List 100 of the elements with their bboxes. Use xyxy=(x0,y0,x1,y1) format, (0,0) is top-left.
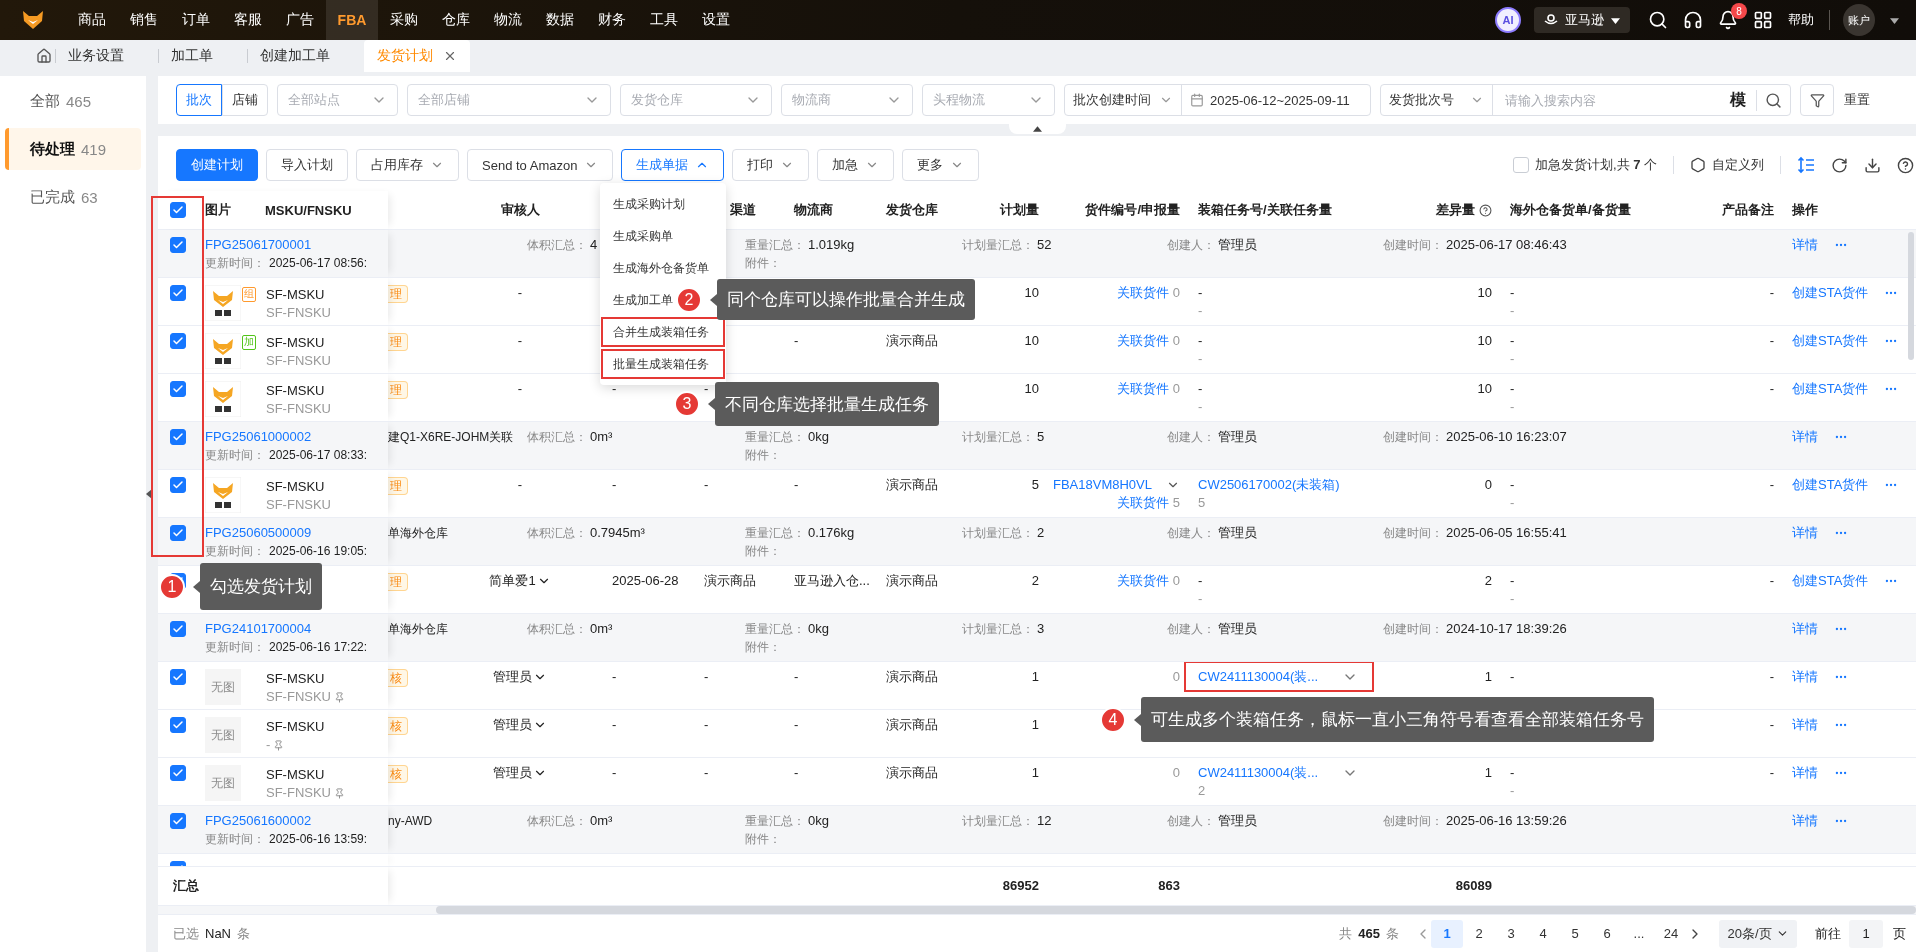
toolbar-button[interactable]: 导入计划 xyxy=(266,149,348,181)
download-icon[interactable] xyxy=(1864,156,1881,174)
filter-button[interactable] xyxy=(1800,84,1834,116)
row-checkbox[interactable] xyxy=(170,429,186,445)
box-task-field[interactable]: CW2411130004(装... xyxy=(1184,662,1374,692)
action-link[interactable]: 创建STA货件 xyxy=(1792,572,1869,590)
refresh-icon[interactable] xyxy=(1831,156,1848,174)
scope-toggle[interactable]: 批次 xyxy=(176,84,222,116)
box-task-link[interactable]: CW2411130004(装... xyxy=(1198,764,1319,782)
search-icon[interactable] xyxy=(1648,10,1668,30)
page-button[interactable]: 2 xyxy=(1463,919,1495,948)
page-tab[interactable]: 业务设置 xyxy=(56,40,158,72)
urgent-checkbox[interactable] xyxy=(1512,157,1529,173)
details-link[interactable]: 详情 xyxy=(1792,620,1818,638)
nav-item[interactable]: 商品 xyxy=(66,0,118,40)
action-link[interactable]: 详情 xyxy=(1792,668,1818,686)
page-button[interactable]: 24 xyxy=(1655,919,1687,948)
caret-icon[interactable] xyxy=(1890,15,1899,25)
action-link[interactable]: 创建STA货件 xyxy=(1792,284,1869,302)
bell-icon[interactable] xyxy=(1718,10,1738,30)
linked-shipments-link[interactable]: 关联货件 0 xyxy=(1116,572,1180,590)
search-type-select[interactable]: 发货批次号 xyxy=(1381,85,1492,115)
toolbar-button[interactable]: 打印 xyxy=(732,149,810,181)
action-link[interactable]: 详情 xyxy=(1792,764,1818,782)
account-avatar[interactable]: 账户 xyxy=(1843,4,1875,36)
row-checkbox[interactable] xyxy=(170,765,186,781)
page-tab[interactable]: 加工单 xyxy=(159,40,247,72)
box-task-link[interactable]: CW2506170002(未装箱) xyxy=(1198,476,1340,494)
nav-item[interactable]: FBA xyxy=(326,0,378,40)
details-link[interactable]: 详情 xyxy=(1792,812,1818,830)
ai-button[interactable]: AI xyxy=(1495,7,1521,33)
status-filter-item[interactable]: 全部 465 xyxy=(5,80,141,122)
collapse-handle[interactable] xyxy=(1009,124,1066,134)
details-link[interactable]: 详情 xyxy=(1792,236,1818,254)
linked-shipments-link[interactable]: 关联货件 5 xyxy=(1116,494,1180,512)
nav-item[interactable]: 采购 xyxy=(378,0,430,40)
nav-item[interactable]: 销售 xyxy=(118,0,170,40)
search-icon[interactable] xyxy=(1765,91,1782,109)
scrollbar-thumb[interactable] xyxy=(436,906,1916,914)
nav-item[interactable]: 物流 xyxy=(482,0,534,40)
select-all-checkbox[interactable] xyxy=(170,202,186,218)
reviewer-select[interactable]: 管理员 xyxy=(493,716,547,734)
shipment-link[interactable]: FBA18VM8H0VL xyxy=(1053,476,1180,494)
batch-number-link[interactable]: FPG24101700004 xyxy=(205,620,368,638)
toolbar-button[interactable]: 更多 xyxy=(902,149,980,181)
menu-item[interactable]: 生成采购计划 xyxy=(600,188,726,220)
details-link[interactable]: 详情 xyxy=(1792,428,1818,446)
row-checkbox[interactable] xyxy=(170,477,186,493)
nav-item[interactable]: 订单 xyxy=(170,0,222,40)
row-checkbox[interactable] xyxy=(170,237,186,253)
action-link[interactable]: 创建STA货件 xyxy=(1792,332,1869,350)
toolbar-button[interactable]: 生成单据 xyxy=(621,149,725,181)
batch-number-link[interactable]: FPG25061600002 xyxy=(205,812,368,830)
nav-item[interactable]: 工具 xyxy=(638,0,690,40)
row-checkbox[interactable] xyxy=(170,333,186,349)
page-size-select[interactable]: 20条/页 xyxy=(1719,919,1797,948)
nav-item[interactable]: 财务 xyxy=(586,0,638,40)
page-button[interactable]: ... xyxy=(1623,919,1655,948)
fuzzy-match-toggle[interactable]: 模 xyxy=(1730,89,1757,111)
status-filter-item[interactable]: 已完成 63 xyxy=(5,176,141,218)
toolbar-button[interactable]: 加急 xyxy=(817,149,895,181)
custom-columns-button[interactable]: 自定义列 xyxy=(1690,156,1764,174)
page-button[interactable]: 3 xyxy=(1495,919,1527,948)
help-icon[interactable] xyxy=(1897,156,1914,174)
scope-toggle[interactable]: 店铺 xyxy=(222,84,268,116)
help-link[interactable]: 帮助 xyxy=(1788,11,1814,29)
nav-item[interactable]: 设置 xyxy=(690,0,742,40)
action-link[interactable]: 详情 xyxy=(1792,716,1818,734)
linked-shipments-link[interactable]: 关联货件 0 xyxy=(1116,380,1180,398)
linked-shipments-link[interactable]: 关联货件 0 xyxy=(1116,332,1180,350)
nav-item[interactable]: 客服 xyxy=(222,0,274,40)
row-height-icon[interactable] xyxy=(1797,156,1815,174)
action-link[interactable]: 创建STA货件 xyxy=(1792,476,1869,494)
home-icon[interactable] xyxy=(36,48,52,64)
nav-item[interactable]: 仓库 xyxy=(430,0,482,40)
nav-item[interactable]: 广告 xyxy=(274,0,326,40)
row-checkbox[interactable] xyxy=(170,717,186,733)
row-checkbox[interactable] xyxy=(170,381,186,397)
apps-grid-icon[interactable] xyxy=(1753,10,1773,30)
help-icon[interactable] xyxy=(1479,203,1492,217)
page-button[interactable]: 6 xyxy=(1591,919,1623,948)
row-checkbox[interactable] xyxy=(170,285,186,301)
page-tab[interactable]: 创建加工单 xyxy=(248,40,364,72)
details-link[interactable]: 详情 xyxy=(1792,524,1818,542)
reviewer-select[interactable]: 简单爱1 xyxy=(489,572,551,590)
marketplace-select[interactable]: 亚马逊 xyxy=(1534,7,1630,33)
batch-number-link[interactable]: FPG25061700001 xyxy=(205,236,368,254)
page-number-field[interactable]: 1 xyxy=(1849,919,1883,948)
status-filter-item[interactable]: 待处理 419 xyxy=(5,128,141,170)
nav-item[interactable]: 数据 xyxy=(534,0,586,40)
toolbar-button[interactable]: 创建计划 xyxy=(176,149,258,181)
reviewer-select[interactable]: 管理员 xyxy=(493,668,547,686)
page-button[interactable]: 1 xyxy=(1431,919,1463,948)
search-bar[interactable]: 发货批次号 请输入搜索内容 模 xyxy=(1380,84,1791,116)
toolbar-button[interactable]: 占用库存 xyxy=(356,149,459,181)
row-checkbox[interactable] xyxy=(170,813,186,829)
page-button[interactable]: 4 xyxy=(1527,919,1559,948)
box-task-link[interactable]: CW2411130004(装... xyxy=(1198,668,1319,686)
batch-number-link[interactable]: FPG25060500009 xyxy=(205,524,368,542)
toolbar-button[interactable]: Send to Amazon xyxy=(467,149,614,181)
